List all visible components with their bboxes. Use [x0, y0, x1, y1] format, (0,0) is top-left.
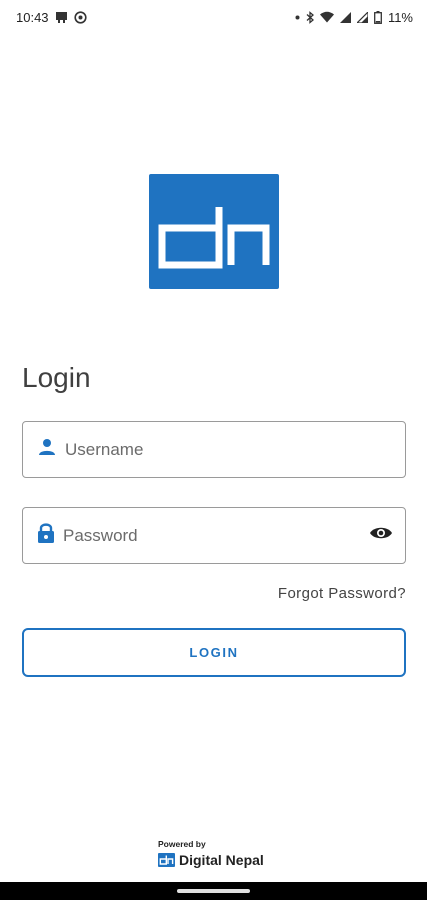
eye-icon[interactable]: [369, 525, 393, 546]
signal-icon-2: [356, 11, 368, 23]
footer-brand: Digital Nepal: [158, 852, 264, 868]
login-button[interactable]: LOGIN: [22, 628, 406, 677]
vpn-icon: [73, 10, 87, 24]
password-field[interactable]: [22, 507, 406, 564]
powered-by-label: Powered by: [158, 839, 206, 849]
battery-icon: [373, 10, 382, 24]
username-input[interactable]: [65, 439, 393, 460]
status-time: 10:43: [16, 9, 49, 25]
digital-nepal-logo-icon: [158, 853, 175, 867]
home-gesture-handle[interactable]: [177, 889, 250, 893]
app-logo: [149, 174, 279, 289]
password-input[interactable]: [63, 525, 369, 546]
username-field[interactable]: [22, 421, 406, 478]
signal-icon: [339, 11, 351, 23]
page-title: Login: [22, 362, 91, 393]
dn-logo-mark: [158, 207, 270, 269]
forgot-password-link[interactable]: Forgot Password?: [278, 585, 406, 602]
bluetooth-icon: [306, 10, 314, 24]
user-icon: [37, 437, 57, 462]
lock-icon: [37, 522, 55, 549]
footer-brand-name: Digital Nepal: [179, 852, 264, 868]
status-bar: 10:43 11%: [0, 0, 427, 34]
wifi-icon: [319, 11, 334, 23]
notification-icon: [55, 11, 68, 24]
battery-percentage: 11%: [387, 9, 413, 25]
system-navigation-bar: [0, 882, 427, 900]
dot-icon: [295, 15, 300, 20]
